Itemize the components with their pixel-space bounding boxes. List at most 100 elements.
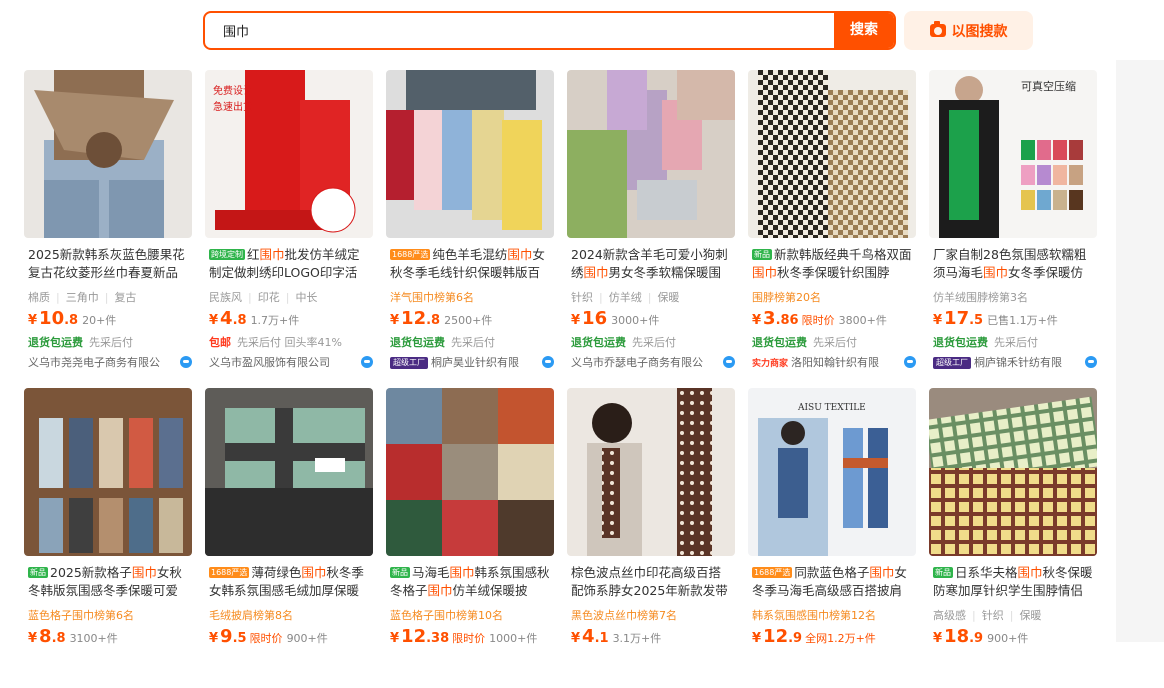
product-title[interactable]: 新品2025新款格子围巾女秋冬韩版氛围感冬季保暖可爱百 — [28, 564, 190, 600]
product-card[interactable]: 新品日系华夫格围巾秋冬保暖防寒加厚针织学生围脖情侣高高级感 | 针织 | 保暖 ¥18.9… — [929, 388, 1097, 688]
rank-label[interactable]: 洋气围巾榜第6名 — [390, 289, 554, 305]
price: ¥17.5 — [933, 308, 983, 329]
title-keyword: 围巾 — [449, 565, 475, 580]
product-image[interactable] — [24, 388, 192, 556]
product-title[interactable]: 棕色波点丝巾印花高级百搭配饰系脖女2025年新款发带 — [571, 564, 733, 600]
attribute-tag: 棉质 — [28, 291, 50, 304]
currency-symbol: ¥ — [933, 313, 943, 328]
rank-label[interactable]: 黑色波点丝巾榜第7名 — [571, 607, 735, 623]
product-title[interactable]: 新品日系华夫格围巾秋冬保暖防寒加厚针织学生围脖情侣高 — [933, 564, 1095, 600]
product-image[interactable]: 可真空压缩 — [929, 70, 1097, 238]
chat-icon[interactable] — [542, 356, 554, 368]
title-text: 秋冬季保暖针织围脖 — [777, 265, 890, 280]
product-image[interactable]: AISU TEXTILE — [748, 388, 916, 556]
price-integer: 4 — [220, 308, 233, 329]
product-image[interactable] — [205, 388, 373, 556]
product-title[interactable]: 2024新款含羊毛可爱小狗刺绣围巾男女冬季软糯保暖围 — [571, 246, 733, 282]
product-card[interactable]: 可真空压缩 厂家自制28色氛围感软糯粗须马海毛围巾女冬季保暖仿 仿羊绒围脖榜第3名 ¥… — [929, 70, 1097, 370]
title-text: 红 — [247, 247, 260, 262]
price: ¥3.86 — [752, 308, 799, 329]
product-title[interactable]: 1688严选 纯色羊毛混纺围巾女秋冬季毛线针织保暖韩版百 — [390, 246, 552, 282]
chat-icon[interactable] — [723, 356, 735, 368]
price: ¥12.9 — [752, 626, 802, 647]
rank-label[interactable]: 蓝色格子围巾榜第10名 — [390, 607, 554, 623]
price-row: ¥17.5 已售1.1万+件 — [933, 308, 1097, 329]
service-primary: 退货包运费 — [390, 336, 445, 349]
currency-symbol: ¥ — [571, 631, 581, 646]
price-integer: 12 — [763, 626, 789, 647]
sold-count: 3000+件 — [611, 314, 660, 327]
rank-label[interactable]: 围脖榜第20名 — [752, 289, 916, 305]
currency-symbol: ¥ — [933, 631, 943, 646]
product-image[interactable] — [386, 388, 554, 556]
attribute-tags: 高级感 | 针织 | 保暖 — [933, 607, 1097, 623]
shop-name-text: 洛阳知翰针织有限 — [791, 356, 880, 369]
title-keyword: 围巾 — [507, 247, 533, 262]
product-card[interactable]: 1688严选 薄荷绿色围巾秋冬季女韩系氛围感毛绒加厚保暖 毛绒披肩榜第8名 ¥9.5 限… — [205, 388, 373, 688]
product-image[interactable] — [567, 70, 735, 238]
product-title[interactable]: 1688严选 薄荷绿色围巾秋冬季女韩系氛围感毛绒加厚保暖 — [209, 564, 371, 600]
search-input[interactable] — [205, 13, 835, 48]
product-tag-badge: 1688严选 — [390, 249, 431, 260]
shop-name[interactable]: 实力商家 洛阳知翰针织有限 — [752, 354, 916, 370]
price-row: ¥12.8 2500+件 — [390, 308, 554, 329]
product-title[interactable]: 新品 新款韩版经典千鸟格双面围巾秋冬季保暖针织围脖 — [752, 246, 914, 282]
attribute-tag: 印花 — [257, 291, 280, 304]
chat-icon[interactable] — [180, 356, 192, 368]
product-tag-badge: 新品 — [752, 249, 772, 260]
product-image[interactable] — [748, 70, 916, 238]
price-row: ¥16 3000+件 — [571, 308, 735, 329]
product-card[interactable]: AISU TEXTILE 1688严选 同款蓝色格子围巾女冬季马海毛高级感百搭披肩韩… — [748, 388, 916, 688]
product-tag-badge: 跨境定制 — [209, 249, 245, 260]
product-title[interactable]: 1688严选 同款蓝色格子围巾女冬季马海毛高级感百搭披肩 — [752, 564, 914, 600]
product-tag-badge: 新品 — [390, 567, 410, 578]
search-button[interactable]: 搜索 — [834, 13, 894, 48]
product-card[interactable]: 新品 马海毛围巾韩系氛围感秋冬格子围巾仿羊绒保暖披 蓝色格子围巾榜第10名 ¥12.3… — [386, 388, 554, 688]
product-card[interactable]: 1688严选 纯色羊毛混纺围巾女秋冬季毛线针织保暖韩版百洋气围巾榜第6名 ¥12.8… — [386, 70, 554, 370]
product-title[interactable]: 新品 马海毛围巾韩系氛围感秋冬格子围巾仿羊绒保暖披 — [390, 564, 552, 600]
sold-count: 20+件 — [82, 314, 117, 327]
chat-icon[interactable] — [361, 356, 373, 368]
product-card[interactable]: 2024新款含羊毛可爱小狗刺绣围巾男女冬季软糯保暖围针织 | 仿羊绒 | 保暖 ¥16 30… — [567, 70, 735, 370]
sold-count: 3100+件 — [69, 632, 118, 645]
image-search-button[interactable]: 以图搜款 — [904, 11, 1033, 50]
chat-icon[interactable] — [1085, 356, 1097, 368]
product-title[interactable]: 跨境定制 红围巾批发仿羊绒定制定做刺绣印LOGO印字活 — [209, 246, 371, 282]
product-tag-badge: 1688严选 — [209, 567, 250, 578]
sold-count: 2500+件 — [444, 314, 493, 327]
product-image[interactable] — [24, 70, 192, 238]
service-primary: 退货包运费 — [571, 336, 626, 349]
product-tag-badge: 新品 — [28, 567, 48, 578]
shop-name[interactable]: 超级工厂 桐庐昊业针织有限 — [390, 354, 554, 370]
shop-badge: 实力商家 — [752, 359, 789, 369]
title-keyword: 围巾 — [583, 265, 609, 280]
shop-name[interactable]: 义乌市乔瑟电子商务有限公 — [571, 354, 735, 370]
price-decimal: .86 — [775, 313, 799, 328]
product-image[interactable] — [386, 70, 554, 238]
currency-symbol: ¥ — [752, 631, 762, 646]
product-card[interactable]: 棕色波点丝巾印花高级百搭配饰系脖女2025年新款发带 黑色波点丝巾榜第7名 ¥4.1… — [567, 388, 735, 688]
product-image[interactable]: 免费设计 急速出货 — [205, 70, 373, 238]
chat-icon[interactable] — [904, 356, 916, 368]
product-card[interactable]: 新品 新款韩版经典千鸟格双面围巾秋冬季保暖针织围脖 围脖榜第20名 ¥3.86 限时价 3… — [748, 70, 916, 370]
rank-label[interactable]: 韩系氛围感围巾榜第12名 — [752, 607, 916, 623]
attribute-tags: 针织 | 仿羊绒 | 保暖 — [571, 289, 735, 305]
price-decimal: .5 — [232, 631, 247, 646]
currency-symbol: ¥ — [209, 631, 219, 646]
product-image[interactable] — [929, 388, 1097, 556]
product-title[interactable]: 厂家自制28色氛围感软糯粗须马海毛围巾女冬季保暖仿 — [933, 246, 1095, 282]
product-title[interactable]: 2025新款韩系灰蓝色腰果花复古花纹菱形丝巾春夏新品 — [28, 246, 190, 282]
rank-label[interactable]: 毛绒披肩榜第8名 — [209, 607, 373, 623]
shop-name[interactable]: 义乌市盈风服饰有限公司 — [209, 354, 373, 370]
product-image[interactable] — [567, 388, 735, 556]
shop-name[interactable]: 超级工厂 桐庐锦禾针纺有限 — [933, 354, 1097, 370]
service-row: 退货包运费 先采后付 — [933, 334, 1038, 350]
product-card[interactable]: 免费设计 急速出货 跨境定制 红围巾批发仿羊绒定制定做刺绣印LOGO印字活 民族风 | 印花… — [205, 70, 373, 370]
price-decimal: .8 — [232, 313, 247, 328]
shop-name[interactable]: 义乌市尧尧电子商务有限公 — [28, 354, 192, 370]
price-integer: 4 — [582, 626, 595, 647]
product-card[interactable]: 2025新款韩系灰蓝色腰果花复古花纹菱形丝巾春夏新品 棉质 | 三角巾 | 复古 ¥10.8… — [24, 70, 192, 370]
rank-label[interactable]: 蓝色格子围巾榜第6名 — [28, 607, 192, 623]
top-search-bar: 搜索 以图搜款 — [0, 0, 1164, 60]
product-card[interactable]: 新品2025新款格子围巾女秋冬韩版氛围感冬季保暖可爱百蓝色格子围巾榜第6名 ¥8.… — [24, 388, 192, 688]
